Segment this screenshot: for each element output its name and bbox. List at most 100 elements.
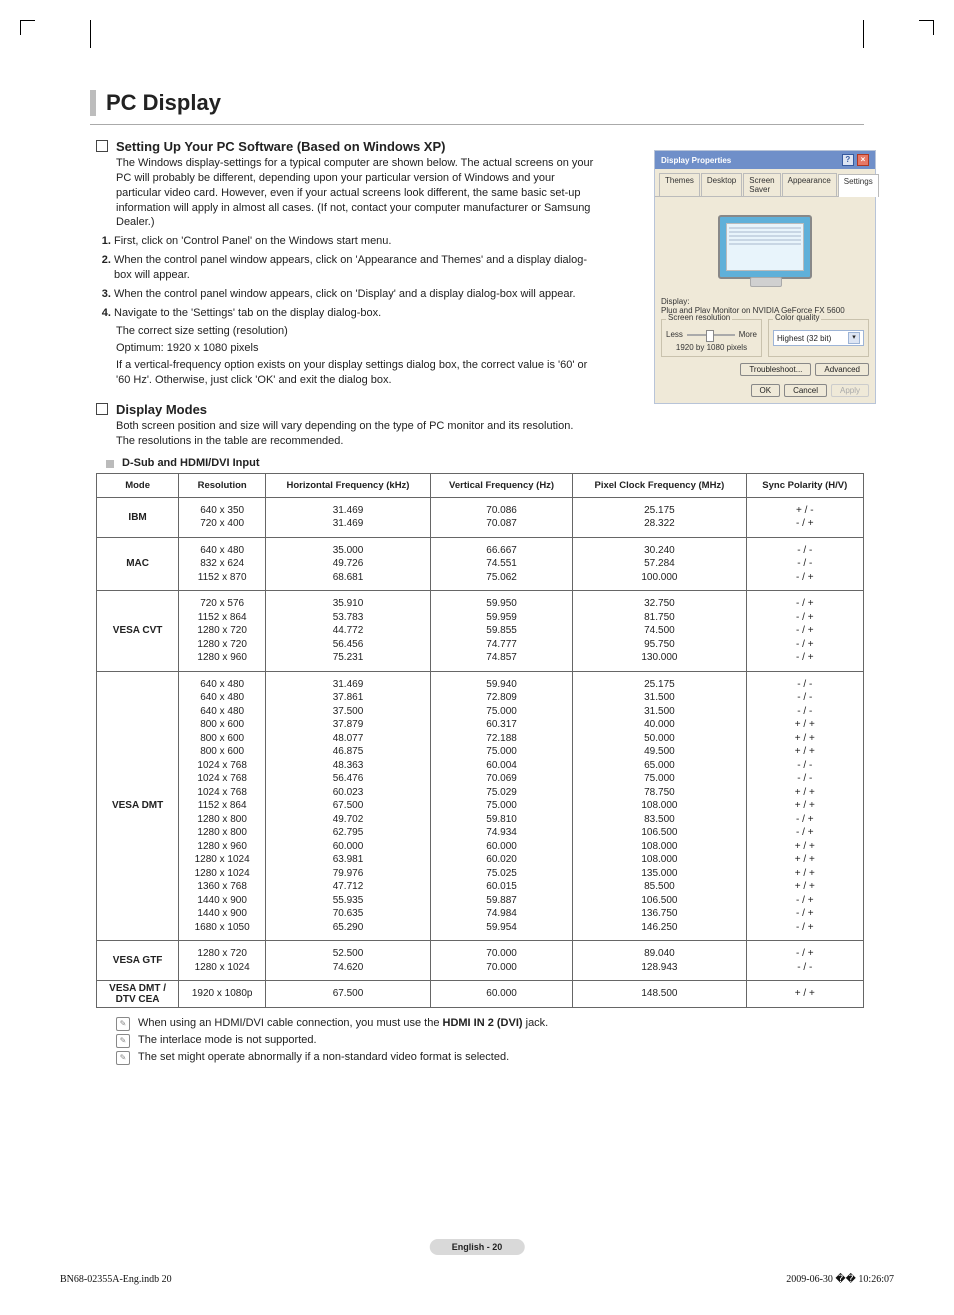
dialog-titlebar: Display Properties ? × [655, 151, 875, 169]
table-cell: 67.500 [266, 981, 431, 1008]
step-text: When the control panel window appears, c… [114, 288, 576, 300]
table-header: Horizontal Frequency (kHz) [266, 473, 431, 497]
page-title: PC Display [106, 90, 221, 115]
table-cell: 25.17528.322 [573, 497, 746, 537]
table-cell: - / -- / -- / + [746, 537, 863, 591]
note-item: ✎ The set might operate abnormally if a n… [116, 1050, 864, 1066]
section-heading-text: Display Modes [116, 402, 207, 417]
table-cell: 1920 x 1080p [179, 981, 266, 1008]
table-cell: + / -- / + [746, 497, 863, 537]
step-text: Navigate to the 'Settings' tab on the di… [114, 307, 381, 319]
display-properties-dialog: Display Properties ? × ThemesDesktopScre… [654, 150, 876, 404]
close-icon[interactable]: × [857, 154, 869, 166]
dialog-tab[interactable]: Screen Saver [743, 173, 780, 196]
sr-value: 1920 by 1080 pixels [666, 343, 757, 352]
table-cell: + / + [746, 981, 863, 1008]
step-item: First, click on 'Control Panel' on the W… [114, 234, 594, 249]
table-header: Mode [97, 473, 179, 497]
dialog-title-text: Display Properties [661, 156, 731, 165]
table-header: Vertical Frequency (Hz) [430, 473, 572, 497]
note-item: ✎The interlace mode is not supported. [116, 1033, 864, 1049]
table-cell: - / -- / -- / -+ / ++ / ++ / +- / -- / -… [746, 671, 863, 941]
sr-label: Screen resolution [666, 313, 732, 322]
footer-left: BN68-02355A-Eng.indb 20 [60, 1274, 172, 1285]
crop-mark [20, 20, 35, 35]
table-cell: 25.17531.50031.50040.00050.00049.50065.0… [573, 671, 746, 941]
section-heading-display-modes: Display Modes [96, 402, 864, 417]
chevron-down-icon: ▾ [848, 332, 860, 344]
color-quality-group: Color quality Highest (32 bit) ▾ [768, 319, 869, 357]
help-icon[interactable]: ? [842, 154, 854, 166]
table-cell: - / +- / +- / +- / +- / + [746, 591, 863, 672]
display-modes-table: ModeResolutionHorizontal Frequency (kHz)… [96, 473, 864, 1009]
bullet-icon [96, 140, 108, 152]
table-caption-text: D-Sub and HDMI/DVI Input [122, 457, 259, 469]
dialog-tabs: ThemesDesktopScreen SaverAppearanceSetti… [655, 169, 875, 197]
mode-cell: MAC [97, 537, 179, 591]
table-header: Resolution [179, 473, 266, 497]
mode-cell: VESA DMT [97, 671, 179, 941]
table-cell: 31.46937.86137.50037.87948.07746.87548.3… [266, 671, 431, 941]
dialog-tab[interactable]: Settings [838, 174, 879, 197]
table-cell: 720 x 5761152 x 8641280 x 7201280 x 7201… [179, 591, 266, 672]
step-item: When the control panel window appears, c… [114, 253, 594, 283]
table-cell: 70.08670.087 [430, 497, 572, 537]
cq-label: Color quality [773, 313, 821, 322]
dialog-tab[interactable]: Desktop [701, 173, 742, 196]
after-step-text: The correct size setting (resolution) [116, 324, 596, 339]
mode-cell: VESA CVT [97, 591, 179, 672]
note-text: The set might operate abnormally if a no… [138, 1050, 509, 1066]
table-cell: 66.66774.55175.062 [430, 537, 572, 591]
intro-text: The Windows display-settings for a typic… [116, 156, 596, 230]
step-item: When the control panel window appears, c… [114, 287, 594, 302]
display-label: Display: [661, 297, 869, 306]
note-icon: ✎ [116, 1017, 130, 1031]
advanced-button[interactable]: Advanced [815, 363, 869, 376]
screen-resolution-group: Screen resolution Less More 1920 by 1080… [661, 319, 762, 357]
table-header: Pixel Clock Frequency (MHz) [573, 473, 746, 497]
note-text: The interlace mode is not supported. [138, 1033, 317, 1049]
table-cell: 35.00049.72668.681 [266, 537, 431, 591]
color-quality-select[interactable]: Highest (32 bit) ▾ [773, 330, 864, 346]
mode-cell: IBM [97, 497, 179, 537]
dialog-tab[interactable]: Appearance [782, 173, 837, 196]
table-cell: 32.75081.75074.50095.750130.000 [573, 591, 746, 672]
table-cell: 640 x 480640 x 480640 x 480800 x 600800 … [179, 671, 266, 941]
ok-button[interactable]: OK [751, 384, 781, 397]
table-cell: 35.91053.78344.77256.45675.231 [266, 591, 431, 672]
footer-right: 2009-06-30 �� 10:26:07 [786, 1274, 894, 1285]
table-cell: 70.00070.000 [430, 941, 572, 981]
section-heading-text: Setting Up Your PC Software (Based on Wi… [116, 139, 445, 154]
step-text: First, click on 'Control Panel' on the W… [114, 235, 391, 247]
table-caption: D-Sub and HDMI/DVI Input [106, 457, 864, 469]
step-text: When the control panel window appears, c… [114, 254, 587, 281]
display-modes-desc: Both screen position and size will vary … [116, 419, 816, 434]
resolution-slider[interactable]: Less More [666, 330, 757, 339]
crop-mark [919, 20, 934, 35]
table-cell: 31.46931.469 [266, 497, 431, 537]
divider [90, 124, 864, 125]
step-item: Navigate to the 'Settings' tab on the di… [114, 306, 594, 321]
mode-cell: VESA DMT /DTV CEA [97, 981, 179, 1008]
note-item: ✎ When using an HDMI/DVI cable connection… [116, 1016, 864, 1032]
mode-cell: VESA GTF [97, 941, 179, 981]
table-cell: 89.040128.943 [573, 941, 746, 981]
sr-more: More [739, 330, 757, 339]
cancel-button[interactable]: Cancel [784, 384, 827, 397]
troubleshoot-button[interactable]: Troubleshoot... [740, 363, 811, 376]
steps-list: First, click on 'Control Panel' on the W… [96, 234, 594, 320]
notes-list: ✎ When using an HDMI/DVI cable connection… [116, 1016, 864, 1066]
table-cell: - / +- / - [746, 941, 863, 981]
table-cell: 640 x 350720 x 400 [179, 497, 266, 537]
after-step-text: Optimum: 1920 x 1080 pixels [116, 341, 596, 356]
table-cell: 59.95059.95959.85574.77774.857 [430, 591, 572, 672]
apply-button[interactable]: Apply [831, 384, 869, 397]
table-cell: 52.50074.620 [266, 941, 431, 981]
table-cell: 60.000 [430, 981, 572, 1008]
table-cell: 148.500 [573, 981, 746, 1008]
note-text: When using an HDMI/DVI cable connection,… [138, 1016, 548, 1032]
dialog-tab[interactable]: Themes [659, 173, 700, 196]
cq-value: Highest (32 bit) [777, 334, 831, 343]
page-footer: BN68-02355A-Eng.indb 20 2009-06-30 �� 10… [60, 1274, 894, 1285]
note-icon: ✎ [116, 1051, 130, 1065]
